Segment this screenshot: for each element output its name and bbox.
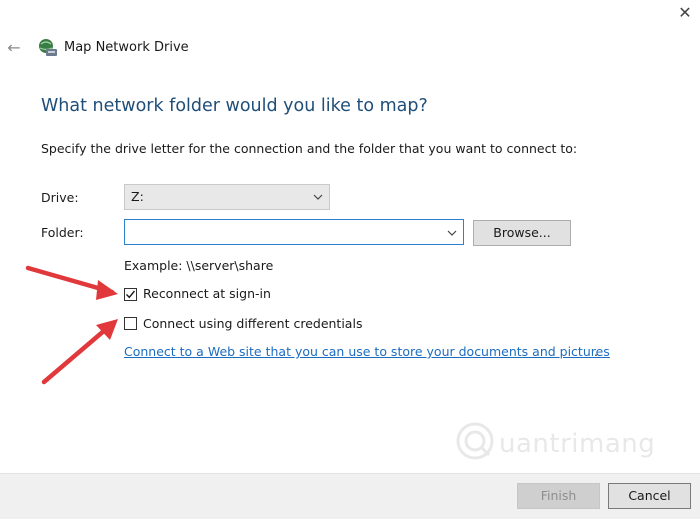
annotation-arrow-credentials: [41, 319, 118, 385]
page-description: Specify the drive letter for the connect…: [41, 141, 578, 156]
annotation-arrow-reconnect: [25, 265, 118, 300]
window-title: Map Network Drive: [64, 40, 189, 55]
credentials-checkbox[interactable]: [124, 317, 137, 330]
chevron-down-icon: [313, 185, 323, 218]
example-hint: Example: \\server\share: [124, 258, 274, 273]
watermark-logo-icon: [456, 422, 494, 460]
drive-select[interactable]: Z:: [124, 184, 330, 210]
page-heading: What network folder would you like to ma…: [41, 96, 428, 116]
drive-value: Z:: [131, 189, 144, 204]
watermark: uantrimang: [455, 421, 695, 463]
reconnect-checkbox[interactable]: [124, 288, 137, 301]
link-period: .: [594, 344, 598, 359]
folder-combobox[interactable]: [124, 219, 464, 245]
browse-button[interactable]: Browse...: [473, 220, 571, 246]
chevron-down-icon[interactable]: [447, 221, 457, 248]
folder-input[interactable]: [125, 224, 131, 239]
watermark-text: uantrimang: [499, 429, 656, 459]
check-icon: [126, 290, 136, 299]
web-site-link[interactable]: Connect to a Web site that you can use t…: [124, 344, 610, 359]
drive-label: Drive:: [41, 190, 79, 205]
finish-button[interactable]: Finish: [517, 483, 600, 509]
reconnect-label[interactable]: Reconnect at sign-in: [143, 286, 271, 301]
back-arrow-icon: ←: [7, 38, 21, 57]
back-button[interactable]: ←: [4, 38, 24, 58]
network-drive-icon: [36, 36, 60, 60]
credentials-label[interactable]: Connect using different credentials: [143, 316, 362, 331]
close-button[interactable]: ✕: [674, 2, 696, 24]
folder-label: Folder:: [41, 225, 84, 240]
close-icon: ✕: [678, 3, 692, 22]
cancel-button[interactable]: Cancel: [608, 483, 691, 509]
